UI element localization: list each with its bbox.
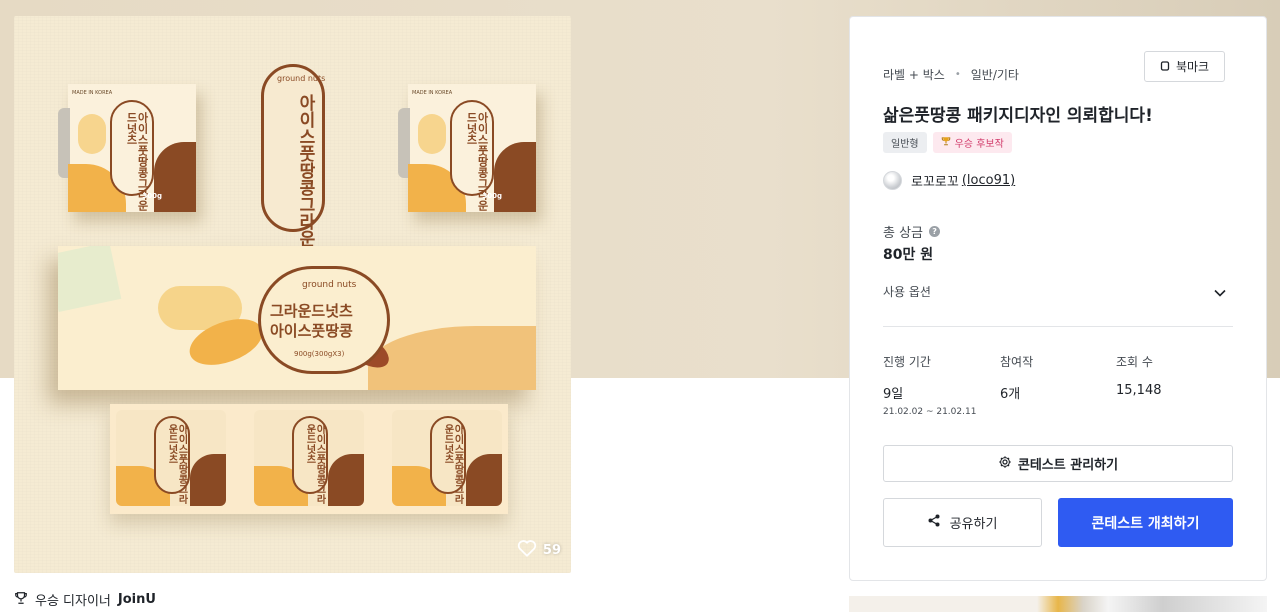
stat-label: 참여작 [1000, 355, 1034, 369]
small-package-right: MADE IN KOREA 아이스풋땅콩그라운드넛츠 300g [398, 84, 536, 212]
cup-shape [328, 454, 364, 506]
lid-weight: 900g(300gX3) [294, 350, 345, 358]
breadcrumb: 라벨 + 박스 • 일반/기타 [883, 66, 1019, 83]
share-icon [928, 514, 940, 531]
cup-package: 아이스풋땅콩그라운드넛츠 [392, 410, 502, 506]
prize-label: 총 상금 [883, 226, 924, 241]
lid-brand-line2: 아이스풋땅콩 [270, 322, 353, 340]
lid-brand-line1: 그라운드넛츠 [270, 302, 353, 320]
package-shape [494, 142, 536, 212]
cup-brand-text: 아이스풋땅콩그라운드넛츠 [442, 424, 463, 504]
next-card-preview [849, 596, 1267, 612]
entry-image[interactable]: MADE IN KOREA 아이스풋땅콩그라운드넛츠 300g ground n… [14, 16, 571, 573]
divider [883, 326, 1233, 327]
stat-value: 15,148 [1116, 383, 1162, 398]
package-shape [154, 142, 196, 212]
breadcrumb-separator: • [954, 69, 961, 80]
contest-owner[interactable]: 로꼬로꼬 (loco91) [883, 171, 1015, 190]
heart-icon [517, 539, 537, 561]
stat-label: 조회 수 [1116, 355, 1153, 369]
package-weight: 300g [142, 192, 162, 200]
like-count: 59 [542, 542, 561, 558]
help-icon[interactable]: ? [929, 226, 941, 237]
made-in-text: MADE IN KOREA [72, 90, 113, 96]
stat-date-range: 21.02.02 ~ 21.02.11 [883, 407, 977, 417]
bookmark-button[interactable]: 북마크 [1144, 51, 1225, 82]
cup-brand-text: 아이스풋땅콩그라운드넛츠 [166, 424, 187, 504]
lid-shape [368, 326, 536, 390]
bookmark-label: 북마크 [1175, 60, 1210, 74]
package-shape [418, 114, 446, 154]
stat-entries: 참여작 6개 [1000, 353, 1033, 402]
share-button[interactable]: 공유하기 [883, 498, 1042, 547]
lid-shape [58, 246, 122, 313]
usage-options-toggle[interactable]: 사용 옵션 [883, 283, 931, 300]
manage-contest-label: 콘테스트 관리하기 [1017, 458, 1119, 473]
gift-box-lid: ground nuts 그라운드넛츠 아이스풋땅콩 900g(300gX3) [58, 246, 536, 390]
prize-heading: 총 상금 ? [883, 222, 941, 241]
contest-info-panel: 라벨 + 박스 • 일반/기타 북마크 삶은풋땅콩 패키지디자인 의뢰합니다! … [849, 16, 1267, 581]
cup-shape [466, 454, 502, 506]
host-contest-button[interactable]: 콘테스트 개최하기 [1058, 498, 1233, 547]
share-label: 공유하기 [949, 517, 998, 532]
stat-duration: 진행 기간 9일 21.02.02 ~ 21.02.11 [883, 353, 976, 417]
prize-value: 80만 원 [883, 247, 934, 263]
stat-value: 6개 [1000, 387, 1021, 402]
manage-contest-button[interactable]: 콘테스트 관리하기 [883, 445, 1233, 482]
owner-handle[interactable]: (loco91) [962, 173, 1015, 188]
package-weight: 300g [482, 192, 502, 200]
cup-package: 아이스풋땅콩그라운드넛츠 [254, 410, 364, 506]
breadcrumb-category[interactable]: 라벨 + 박스 [883, 66, 945, 83]
bookmark-icon [1160, 60, 1170, 74]
trophy-icon [941, 136, 951, 149]
owner-name: 로꼬로꼬 [911, 175, 959, 190]
stat-label: 진행 기간 [883, 355, 931, 369]
breadcrumb-subcategory[interactable]: 일반/기타 [971, 66, 1019, 83]
cup-package: 아이스풋땅콩그라운드넛츠 [116, 410, 226, 506]
winning-designer: 우승 디자이너 JoinU [14, 590, 156, 609]
cup-shape [190, 454, 226, 506]
gift-box-tray: 아이스풋땅콩그라운드넛츠 아이스풋땅콩그라운드넛츠 아이스풋땅콩그라운드넛츠 [110, 404, 508, 514]
like-button[interactable]: 59 [517, 539, 561, 561]
tag-award-label: 우승 후보작 [954, 139, 1004, 150]
cup-brand-text: 아이스풋땅콩그라운드넛츠 [304, 424, 325, 504]
designer-name[interactable]: JoinU [118, 592, 156, 607]
made-in-text: MADE IN KOREA [412, 90, 453, 96]
lid-subtitle: ground nuts [302, 280, 357, 290]
contest-title: 삶은풋땅콩 패키지디자인 의뢰합니다! [883, 106, 1153, 126]
tag-list: 일반형 우승 후보작 [883, 132, 1012, 153]
designer-prefix: 우승 디자이너 [35, 594, 111, 609]
stat-value: 9일 [883, 387, 904, 402]
trophy-icon [14, 591, 28, 609]
chevron-down-icon[interactable] [1214, 282, 1226, 301]
tag-award: 우승 후보작 [932, 132, 1012, 153]
gear-icon [998, 455, 1012, 473]
small-package-left: MADE IN KOREA 아이스풋땅콩그라운드넛츠 300g [58, 84, 196, 212]
avatar [883, 171, 902, 190]
label-subtitle: ground nuts [277, 74, 326, 83]
package-shape [78, 114, 106, 154]
tag-type: 일반형 [883, 132, 927, 153]
stat-views: 조회 수 15,148 [1116, 353, 1162, 398]
